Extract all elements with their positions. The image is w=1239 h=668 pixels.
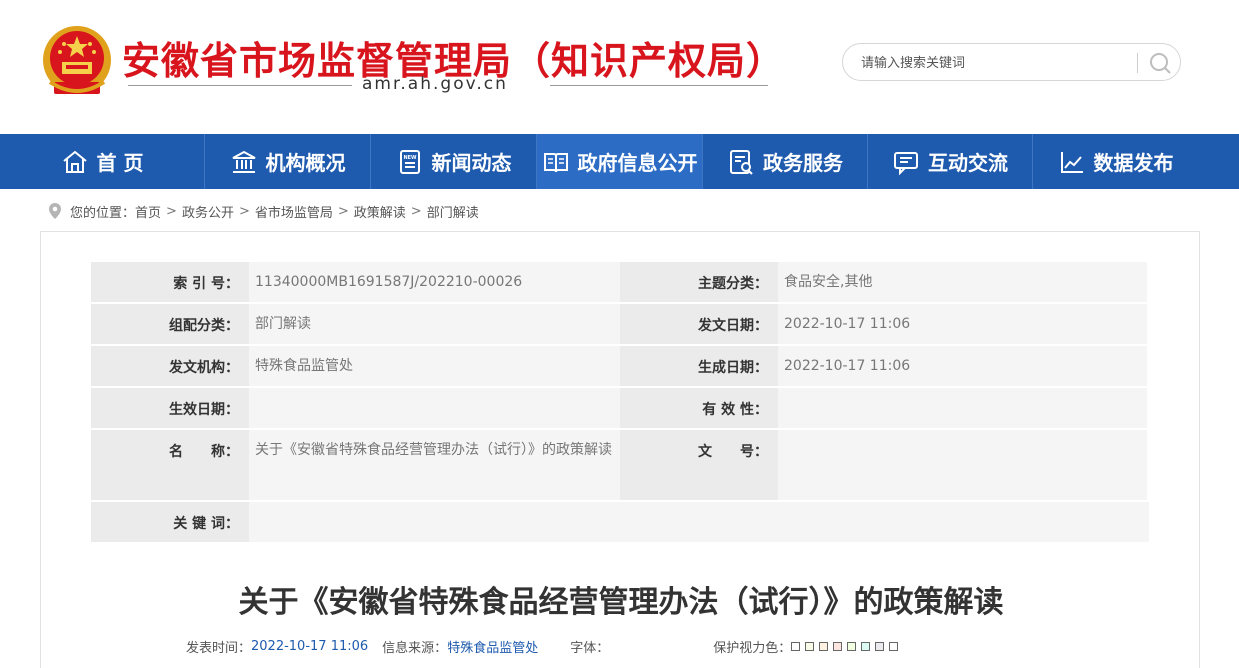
meta-topic: 食品安全,其他 (778, 262, 1147, 302)
nav-item-label: 新闻动态 (431, 151, 512, 175)
chat-icon (894, 151, 918, 175)
nav-item-label: 政府信息公开 (577, 151, 698, 175)
svg-text:NEW: NEW (403, 155, 417, 161)
eye-color-swatch[interactable] (819, 641, 829, 651)
search-divider (1137, 53, 1138, 73)
meta-label: 关 键 词： (91, 502, 249, 542)
eye-care-label: 保护视力色： (713, 640, 792, 656)
source: 特殊食品监管处 (447, 640, 539, 656)
site-domain: amr.ah.gov.cn (362, 74, 508, 94)
eye-color-swatch[interactable] (805, 641, 815, 651)
breadcrumb-item-bureau[interactable]: 省市场监管局 (255, 202, 333, 221)
meta-label: 有 效 性： (620, 388, 778, 428)
meta-label: 名 称： (91, 430, 249, 500)
institution-icon (232, 150, 255, 173)
search-icon (1150, 53, 1171, 74)
domain-divider-right (550, 85, 768, 86)
nav-item-label: 数据发布 (1093, 151, 1174, 175)
breadcrumb-item-policy[interactable]: 政策解读 (354, 202, 406, 221)
breadcrumb-separator: > (166, 203, 177, 219)
nav-item-home[interactable]: 首 页 (0, 134, 204, 189)
meta-row: 关 键 词： (91, 502, 1149, 542)
meta-label: 文 号： (620, 430, 778, 500)
nav-item-label: 互动交流 (928, 151, 1008, 175)
content-panel: 索 引 号： 11340000MB1691587J/202210-00026 主… (40, 231, 1200, 668)
nav-item-label: 政务服务 (763, 151, 843, 175)
meta-document-name: 关于《安徽省特殊食品经营管理办法（试行）》的政策解读 (249, 430, 620, 500)
eye-color-swatch[interactable] (861, 641, 871, 651)
font-size-label: 字体： (570, 640, 610, 656)
nav-item-label: 机构概况 (265, 151, 346, 175)
nav-item-service[interactable]: 政务服务 (703, 134, 867, 189)
breadcrumb-item-gov-affairs[interactable]: 政务公开 (182, 202, 234, 221)
meta-issuer: 特殊食品监管处 (249, 346, 620, 386)
breadcrumb-item-department[interactable]: 部门解读 (427, 202, 479, 221)
meta-label: 生效日期： (91, 388, 249, 428)
nav-item-data[interactable]: 数据发布 (1033, 134, 1198, 189)
meta-row: 名 称： 关于《安徽省特殊食品经营管理办法（试行）》的政策解读 文 号： (91, 430, 1149, 500)
search-button[interactable] (1145, 49, 1175, 77)
meta-label: 主题分类： (620, 262, 778, 302)
breadcrumb-item-home[interactable]: 首页 (135, 202, 161, 221)
eye-color-swatch[interactable] (791, 641, 801, 651)
meta-effective-date (249, 388, 620, 428)
location-pin-icon (49, 203, 61, 219)
site-header: 安徽省市场监督管理局（知识产权局） amr.ah.gov.cn (0, 0, 1239, 134)
meta-row: 发文机构： 特殊食品监管处 生成日期： 2022-10-17 11:06 (91, 346, 1149, 386)
source-label: 信息来源： (382, 640, 448, 656)
breadcrumb: 您的位置： 首页 > 政务公开 > 省市场监管局 > 政策解读 > 部门解读 (48, 200, 479, 222)
breadcrumb-prefix: 您的位置： (70, 205, 136, 221)
eye-color-swatch[interactable] (889, 641, 899, 651)
breadcrumb-separator: > (337, 203, 349, 219)
national-emblem-icon (43, 26, 111, 94)
meta-row: 索 引 号： 11340000MB1691587J/202210-00026 主… (91, 262, 1149, 302)
domain-divider-left (128, 85, 352, 86)
nav-item-label: 首 页 (96, 151, 144, 175)
meta-label: 发文机构： (91, 346, 249, 386)
nav-item-news[interactable]: NEW 新闻动态 (371, 134, 536, 189)
publish-time: 2022-10-17 11:06 (251, 638, 369, 654)
search-box (842, 43, 1181, 81)
meta-created-date: 2022-10-17 11:06 (778, 346, 1147, 386)
breadcrumb-separator: > (410, 203, 422, 219)
meta-issue-date: 2022-10-17 11:06 (778, 304, 1147, 344)
article-info-bar: 发表时间： 2022-10-17 11:06 信息来源： 特殊食品监管处 字体：… (186, 636, 903, 656)
meta-label: 组配分类： (91, 304, 249, 344)
eye-color-swatch[interactable] (833, 641, 843, 651)
meta-document-number (778, 430, 1147, 500)
eye-color-swatch[interactable] (847, 641, 857, 651)
book-icon (543, 152, 568, 172)
home-icon (62, 150, 87, 173)
meta-row: 组配分类： 部门解读 发文日期： 2022-10-17 11:06 (91, 304, 1149, 344)
meta-keywords (249, 502, 1149, 542)
meta-index-number: 11340000MB1691587J/202210-00026 (249, 262, 620, 302)
breadcrumb-separator: > (238, 203, 250, 219)
meta-validity (778, 388, 1147, 428)
meta-group: 部门解读 (249, 304, 620, 344)
chart-icon (1060, 151, 1083, 173)
domain-row: amr.ah.gov.cn (128, 74, 768, 96)
meta-row: 生效日期： 有 效 性： (91, 388, 1149, 428)
service-icon (730, 149, 753, 175)
eye-color-swatch[interactable] (875, 641, 885, 651)
meta-label: 发文日期： (620, 304, 778, 344)
search-input[interactable] (861, 52, 1131, 74)
nav-item-gov-info[interactable]: 政府信息公开 (537, 134, 702, 189)
main-nav: 首 页 机构概况 NEW 新闻动态 政府信息公开 政务服务 互动交流 数据发布 (0, 134, 1239, 189)
publish-time-label: 发表时间： (186, 640, 252, 656)
nav-item-interaction[interactable]: 互动交流 (868, 134, 1032, 189)
document-meta-table: 索 引 号： 11340000MB1691587J/202210-00026 主… (91, 262, 1149, 544)
meta-label: 生成日期： (620, 346, 778, 386)
meta-label: 索 引 号： (91, 262, 249, 302)
article-title: 关于《安徽省特殊食品经营管理办法（试行）》的政策解读 (238, 585, 1004, 620)
news-icon: NEW (399, 149, 420, 174)
nav-item-institution[interactable]: 机构概况 (205, 134, 370, 189)
